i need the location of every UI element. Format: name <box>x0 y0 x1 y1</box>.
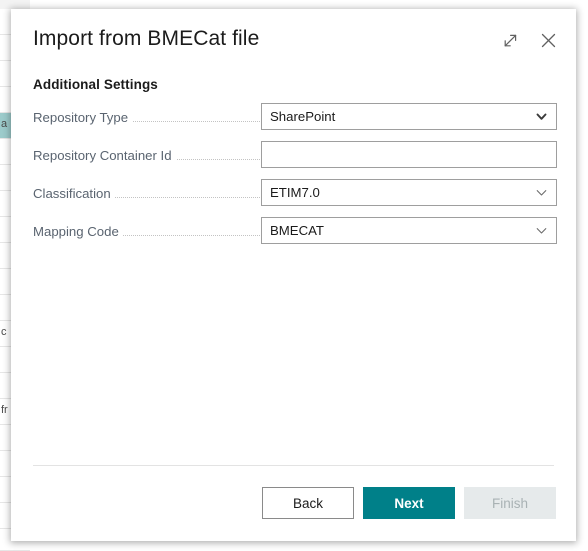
back-button[interactable]: Back <box>262 487 354 519</box>
page-title: Import from BMECat file <box>33 27 260 50</box>
field-row-mapping-code: Mapping Code <box>11 215 576 253</box>
finish-button: Finish <box>464 487 556 519</box>
field-label-repository-type: Repository Type <box>33 110 133 125</box>
background-row-text: fr <box>1 404 8 416</box>
background-row-text: a <box>1 118 8 130</box>
repository-container-id-input[interactable] <box>261 141 557 168</box>
close-icon[interactable] <box>535 27 561 53</box>
classification-input[interactable] <box>261 179 557 206</box>
dialog-header-actions <box>497 27 561 53</box>
next-button[interactable]: Next <box>363 487 455 519</box>
field-label-repository-container-id: Repository Container Id <box>33 148 176 163</box>
field-control-repository-type: SharePoint <box>261 103 557 130</box>
field-row-repository-container-id: Repository Container Id <box>11 139 576 177</box>
additional-settings-form: Repository Type SharePoint Repository Cont… <box>11 101 576 253</box>
field-label-mapping-code: Mapping Code <box>33 224 123 239</box>
dialog-header: Import from BMECat file <box>11 9 576 65</box>
dialog-footer: Back Next Finish <box>262 487 556 519</box>
field-row-repository-type: Repository Type SharePoint <box>11 101 576 139</box>
section-heading-additional-settings: Additional Settings <box>33 77 158 92</box>
field-control-repository-container-id <box>261 141 557 168</box>
import-bmecat-dialog: Import from BMECat file Additional Setti… <box>11 9 576 541</box>
field-control-classification <box>261 179 557 206</box>
field-row-classification: Classification <box>11 177 576 215</box>
background-topbar <box>0 0 30 9</box>
background-row-text: c <box>1 326 7 338</box>
expand-diagonal-icon[interactable] <box>497 27 523 53</box>
footer-divider <box>33 465 554 466</box>
field-label-classification: Classification <box>33 186 115 201</box>
mapping-code-input[interactable] <box>261 217 557 244</box>
field-control-mapping-code <box>261 217 557 244</box>
repository-type-select[interactable]: SharePoint <box>261 103 557 130</box>
